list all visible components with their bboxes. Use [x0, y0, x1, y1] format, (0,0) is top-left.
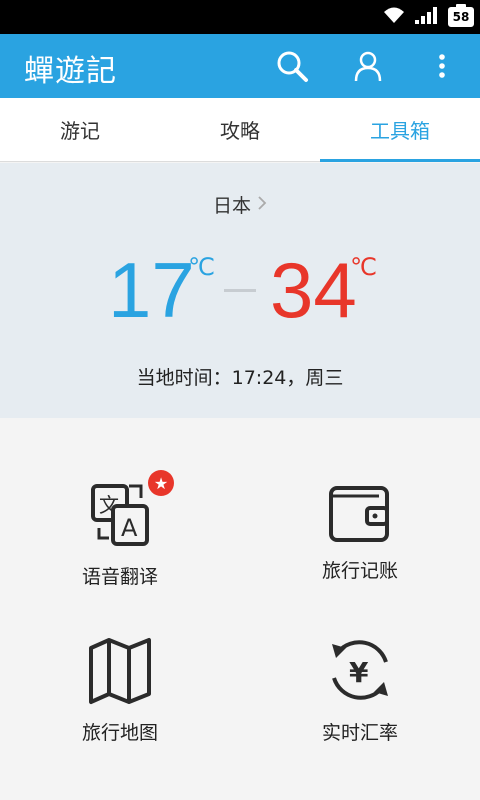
- wifi-icon: [382, 5, 406, 29]
- tool-exchange-rate[interactable]: ¥ 实时汇率: [240, 618, 480, 778]
- tab-bar: 游记 攻略 工具箱: [0, 98, 480, 162]
- app-title: 蟬遊記: [24, 54, 117, 89]
- svg-text:¥: ¥: [349, 656, 369, 689]
- weather-panel: 日本 17 ℃ 34 ℃ 当地时间：17:24，周三: [0, 163, 480, 418]
- tools-grid: 文 A ★ 语音翻译 旅行记账 旅行地图 ¥ 实时汇率: [0, 418, 480, 800]
- local-time: 当地时间：17:24，周三: [136, 367, 344, 389]
- exchange-rate-icon: ¥: [324, 634, 396, 706]
- star-badge-icon: ★: [148, 470, 174, 496]
- tool-label: 实时汇率: [321, 722, 398, 744]
- status-icons: 58: [382, 4, 474, 29]
- country-selector[interactable]: 日本: [0, 191, 480, 218]
- tab-travel-notes[interactable]: 游记: [0, 98, 160, 161]
- tool-travel-map[interactable]: 旅行地图: [0, 618, 240, 778]
- temperature-high: 34: [270, 246, 357, 334]
- more-vert-icon[interactable]: [424, 48, 460, 84]
- temperature-unit-high: ℃: [350, 253, 377, 281]
- map-icon: [85, 636, 155, 706]
- signal-icon: [414, 5, 440, 29]
- temperature-unit-low: ℃: [188, 253, 215, 281]
- tool-label: 语音翻译: [81, 566, 158, 588]
- translate-icon: 文 A: [85, 480, 155, 550]
- tool-label: 旅行记账: [321, 560, 398, 582]
- tab-toolbox[interactable]: 工具箱: [320, 98, 480, 162]
- svg-text:A: A: [121, 514, 138, 542]
- tool-label: 旅行地图: [81, 722, 158, 744]
- temperature-low: 17: [108, 246, 195, 334]
- tool-voice-translate[interactable]: 文 A ★ 语音翻译: [0, 458, 240, 618]
- user-icon[interactable]: [350, 48, 386, 84]
- battery-level: 58: [452, 10, 470, 24]
- tab-guides[interactable]: 攻略: [160, 98, 320, 161]
- search-icon[interactable]: [274, 48, 310, 84]
- temperature-range: 17 ℃ 34 ℃: [0, 245, 480, 335]
- battery-icon: 58: [448, 4, 474, 27]
- wallet-icon: [325, 480, 395, 550]
- country-name: 日本: [212, 195, 251, 217]
- app-bar: 蟬遊記: [0, 34, 480, 98]
- status-bar: 58: [0, 0, 480, 34]
- temperature-separator: [224, 289, 256, 292]
- tool-travel-accounting[interactable]: 旅行记账: [240, 458, 480, 618]
- chevron-right-icon: [257, 194, 267, 216]
